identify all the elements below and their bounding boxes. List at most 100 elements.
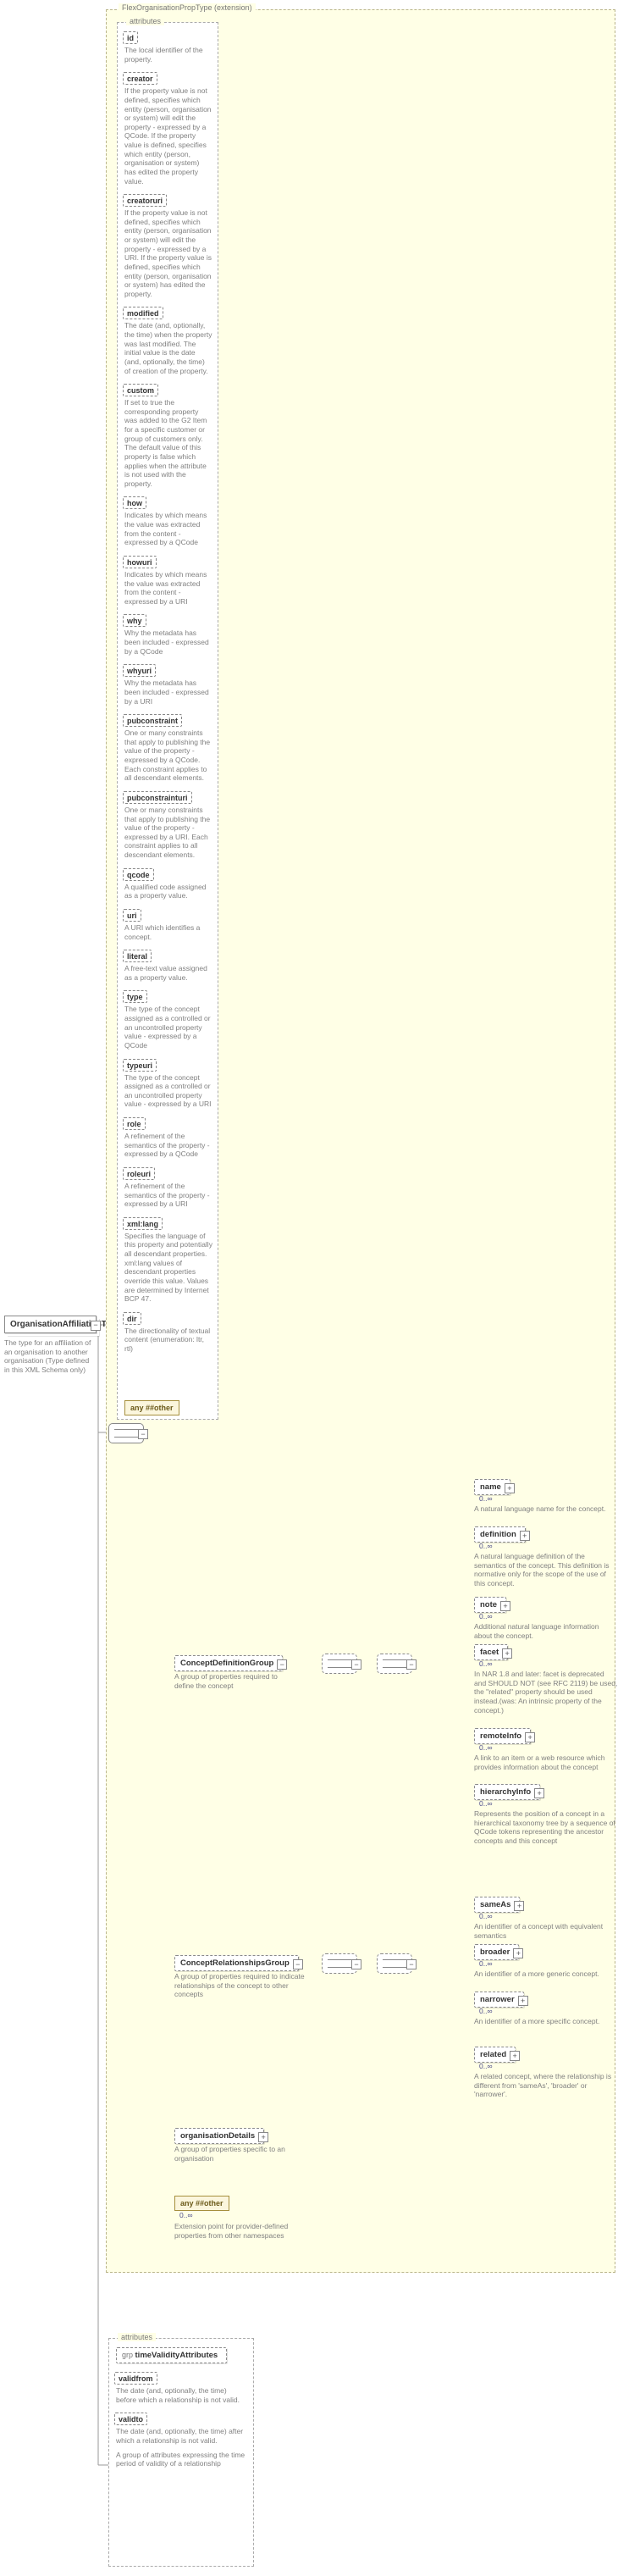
attr-desc: A qualified code assigned as a property … (124, 883, 212, 900)
attr-creator[interactable]: creator (123, 72, 157, 85)
attr-dir[interactable]: dir (123, 1312, 141, 1325)
attr-id[interactable]: id (123, 31, 138, 44)
cardinality: 0..∞ (479, 1659, 493, 1668)
attr-pubconstrainturi[interactable]: pubconstrainturi (123, 791, 192, 804)
group-concept-definition[interactable]: ConceptDefinitionGroup − (174, 1655, 283, 1671)
expand-icon[interactable]: + (514, 1901, 524, 1911)
elem-desc: An identifier of a more generic concept. (474, 1969, 618, 1979)
elem-sameAs[interactable]: sameAs+ (474, 1897, 520, 1913)
elem-facet[interactable]: facet+ (474, 1644, 508, 1660)
any-attribute: any ##other (124, 1400, 179, 1415)
expand-icon[interactable]: + (258, 2132, 268, 2142)
elem-desc: A natural language definition of the sem… (474, 1552, 618, 1588)
attr-type[interactable]: type (123, 990, 147, 1003)
attr-desc: A URI which identifies a concept. (124, 923, 212, 941)
elem-related[interactable]: related+ (474, 2047, 516, 2063)
attr-desc: The directionality of textual content (e… (124, 1327, 212, 1354)
elem-desc: A related concept, where the relationshi… (474, 2072, 618, 2099)
expand-icon[interactable]: + (500, 1601, 510, 1611)
attr-desc: The date (and, optionally, the time) whe… (124, 321, 212, 375)
expand-icon[interactable]: + (502, 1648, 512, 1659)
attr-creatoruri[interactable]: creatoruri (123, 194, 167, 207)
attr-howuri[interactable]: howuri (123, 556, 157, 568)
expand-icon[interactable] (91, 1321, 101, 1331)
attr-whyuri[interactable]: whyuri (123, 664, 156, 677)
attr-desc: A refinement of the semantics of the pro… (124, 1132, 212, 1159)
root-title: OrganisationAffiliationType (10, 1320, 91, 1329)
elem-desc: Additional natural language information … (474, 1622, 618, 1640)
cr-compositor-1[interactable] (322, 1953, 357, 1974)
root-type-box[interactable]: OrganisationAffiliationType (4, 1316, 97, 1333)
cardinality: 0..∞ (479, 1612, 493, 1620)
attr-desc: A free-text value assigned as a property… (124, 964, 212, 982)
attr-uri[interactable]: uri (123, 909, 141, 922)
expand-icon[interactable]: + (505, 1483, 515, 1493)
cardinality: 0..∞ (479, 2007, 493, 2015)
attr-role[interactable]: role (123, 1117, 146, 1130)
cardinality: 0..∞ (479, 1494, 493, 1503)
attr-desc: Why the metadata has been included - exp… (124, 679, 212, 706)
elem-name[interactable]: name+ (474, 1479, 510, 1495)
attr-typeuri[interactable]: typeuri (123, 1059, 157, 1072)
cardinality: 0..∞ (479, 2062, 493, 2070)
attr-validfrom[interactable]: validfrom (114, 2372, 157, 2385)
attr-desc: If the property value is not defined, sp… (124, 208, 212, 298)
time-foot: A group of attributes expressing the tim… (116, 2451, 248, 2468)
cardinality: 0..∞ (179, 2211, 193, 2219)
elem-desc: Represents the position of a concept in … (474, 1809, 618, 1846)
time-attrs-list: validfromThe date (and, optionally, the … (109, 2367, 253, 2446)
attr-desc: The type of the concept assigned as a co… (124, 1073, 212, 1110)
elem-narrower[interactable]: narrower+ (474, 1992, 524, 2008)
attr-validto[interactable]: validto (114, 2413, 147, 2425)
attr-literal[interactable]: literal (123, 950, 152, 962)
expand-icon[interactable]: + (513, 1948, 523, 1958)
group-cr-desc: A group of properties required to indica… (174, 1972, 310, 1999)
elem-organisation-details[interactable]: organisationDetails + (174, 2128, 264, 2144)
expand-icon[interactable]: − (277, 1659, 287, 1670)
elem-broader[interactable]: broader+ (474, 1944, 519, 1960)
attr-desc: If the property value is not defined, sp… (124, 86, 212, 186)
elem-desc: An identifier of a more specific concept… (474, 2017, 618, 2026)
attr-desc: The date (and, optionally, the time) bef… (116, 2386, 248, 2404)
attr-custom[interactable]: custom (123, 384, 158, 396)
attr-roleuri[interactable]: roleuri (123, 1167, 155, 1180)
attr-desc: Why the metadata has been included - exp… (124, 629, 212, 656)
cd-compositor-2[interactable] (377, 1654, 412, 1674)
expand-icon[interactable]: + (518, 1996, 528, 2006)
expand-icon[interactable]: + (525, 1732, 535, 1742)
cardinality: 0..∞ (479, 1959, 493, 1968)
attr-desc: One or many constraints that apply to pu… (124, 728, 212, 783)
group-cd-desc: A group of properties required to define… (174, 1672, 297, 1690)
attr-how[interactable]: how (123, 496, 146, 509)
expand-icon[interactable]: + (520, 1531, 530, 1541)
expand-icon[interactable]: − (293, 1959, 303, 1969)
elem-note[interactable]: note+ (474, 1597, 506, 1613)
elem-desc: A natural language name for the concept. (474, 1504, 618, 1514)
attr-qcode[interactable]: qcode (123, 868, 154, 881)
cd-compositor-1[interactable] (322, 1654, 357, 1674)
sequence-compositor[interactable] (108, 1423, 144, 1443)
cardinality: 0..∞ (479, 1799, 493, 1808)
elem-hierarchyInfo[interactable]: hierarchyInfo+ (474, 1784, 540, 1800)
attr-why[interactable]: why (123, 614, 146, 627)
attributes-panel: attributes idThe local identifier of the… (117, 22, 218, 1420)
group-time-validity[interactable]: grp timeValidityAttributes (116, 2347, 227, 2363)
attr-pubconstraint[interactable]: pubconstraint (123, 714, 182, 727)
group-concept-relationships[interactable]: ConceptRelationshipsGroup − (174, 1955, 299, 1971)
attr-modified[interactable]: modified (123, 307, 163, 319)
expand-icon[interactable] (138, 1429, 148, 1439)
attr-xmllang[interactable]: xml:lang (123, 1217, 163, 1230)
any-other-element: any ##other (174, 2196, 229, 2211)
expand-icon[interactable]: + (534, 1788, 544, 1798)
elem-remoteInfo[interactable]: remoteInfo+ (474, 1728, 531, 1744)
cr-compositor-2[interactable] (377, 1953, 412, 1974)
expand-icon[interactable]: + (510, 2051, 520, 2061)
attr-desc: A refinement of the semantics of the pro… (124, 1182, 212, 1209)
attr-desc: If set to true the corresponding propert… (124, 398, 212, 488)
attr-desc: One or many constraints that apply to pu… (124, 806, 212, 860)
elem-desc: In NAR 1.8 and later: facet is deprecate… (474, 1670, 618, 1715)
cardinality: 0..∞ (479, 1743, 493, 1752)
elem-desc: A link to an item or a web resource whic… (474, 1753, 618, 1771)
attr-desc: The local identifier of the property. (124, 46, 212, 64)
elem-definition[interactable]: definition+ (474, 1526, 526, 1543)
